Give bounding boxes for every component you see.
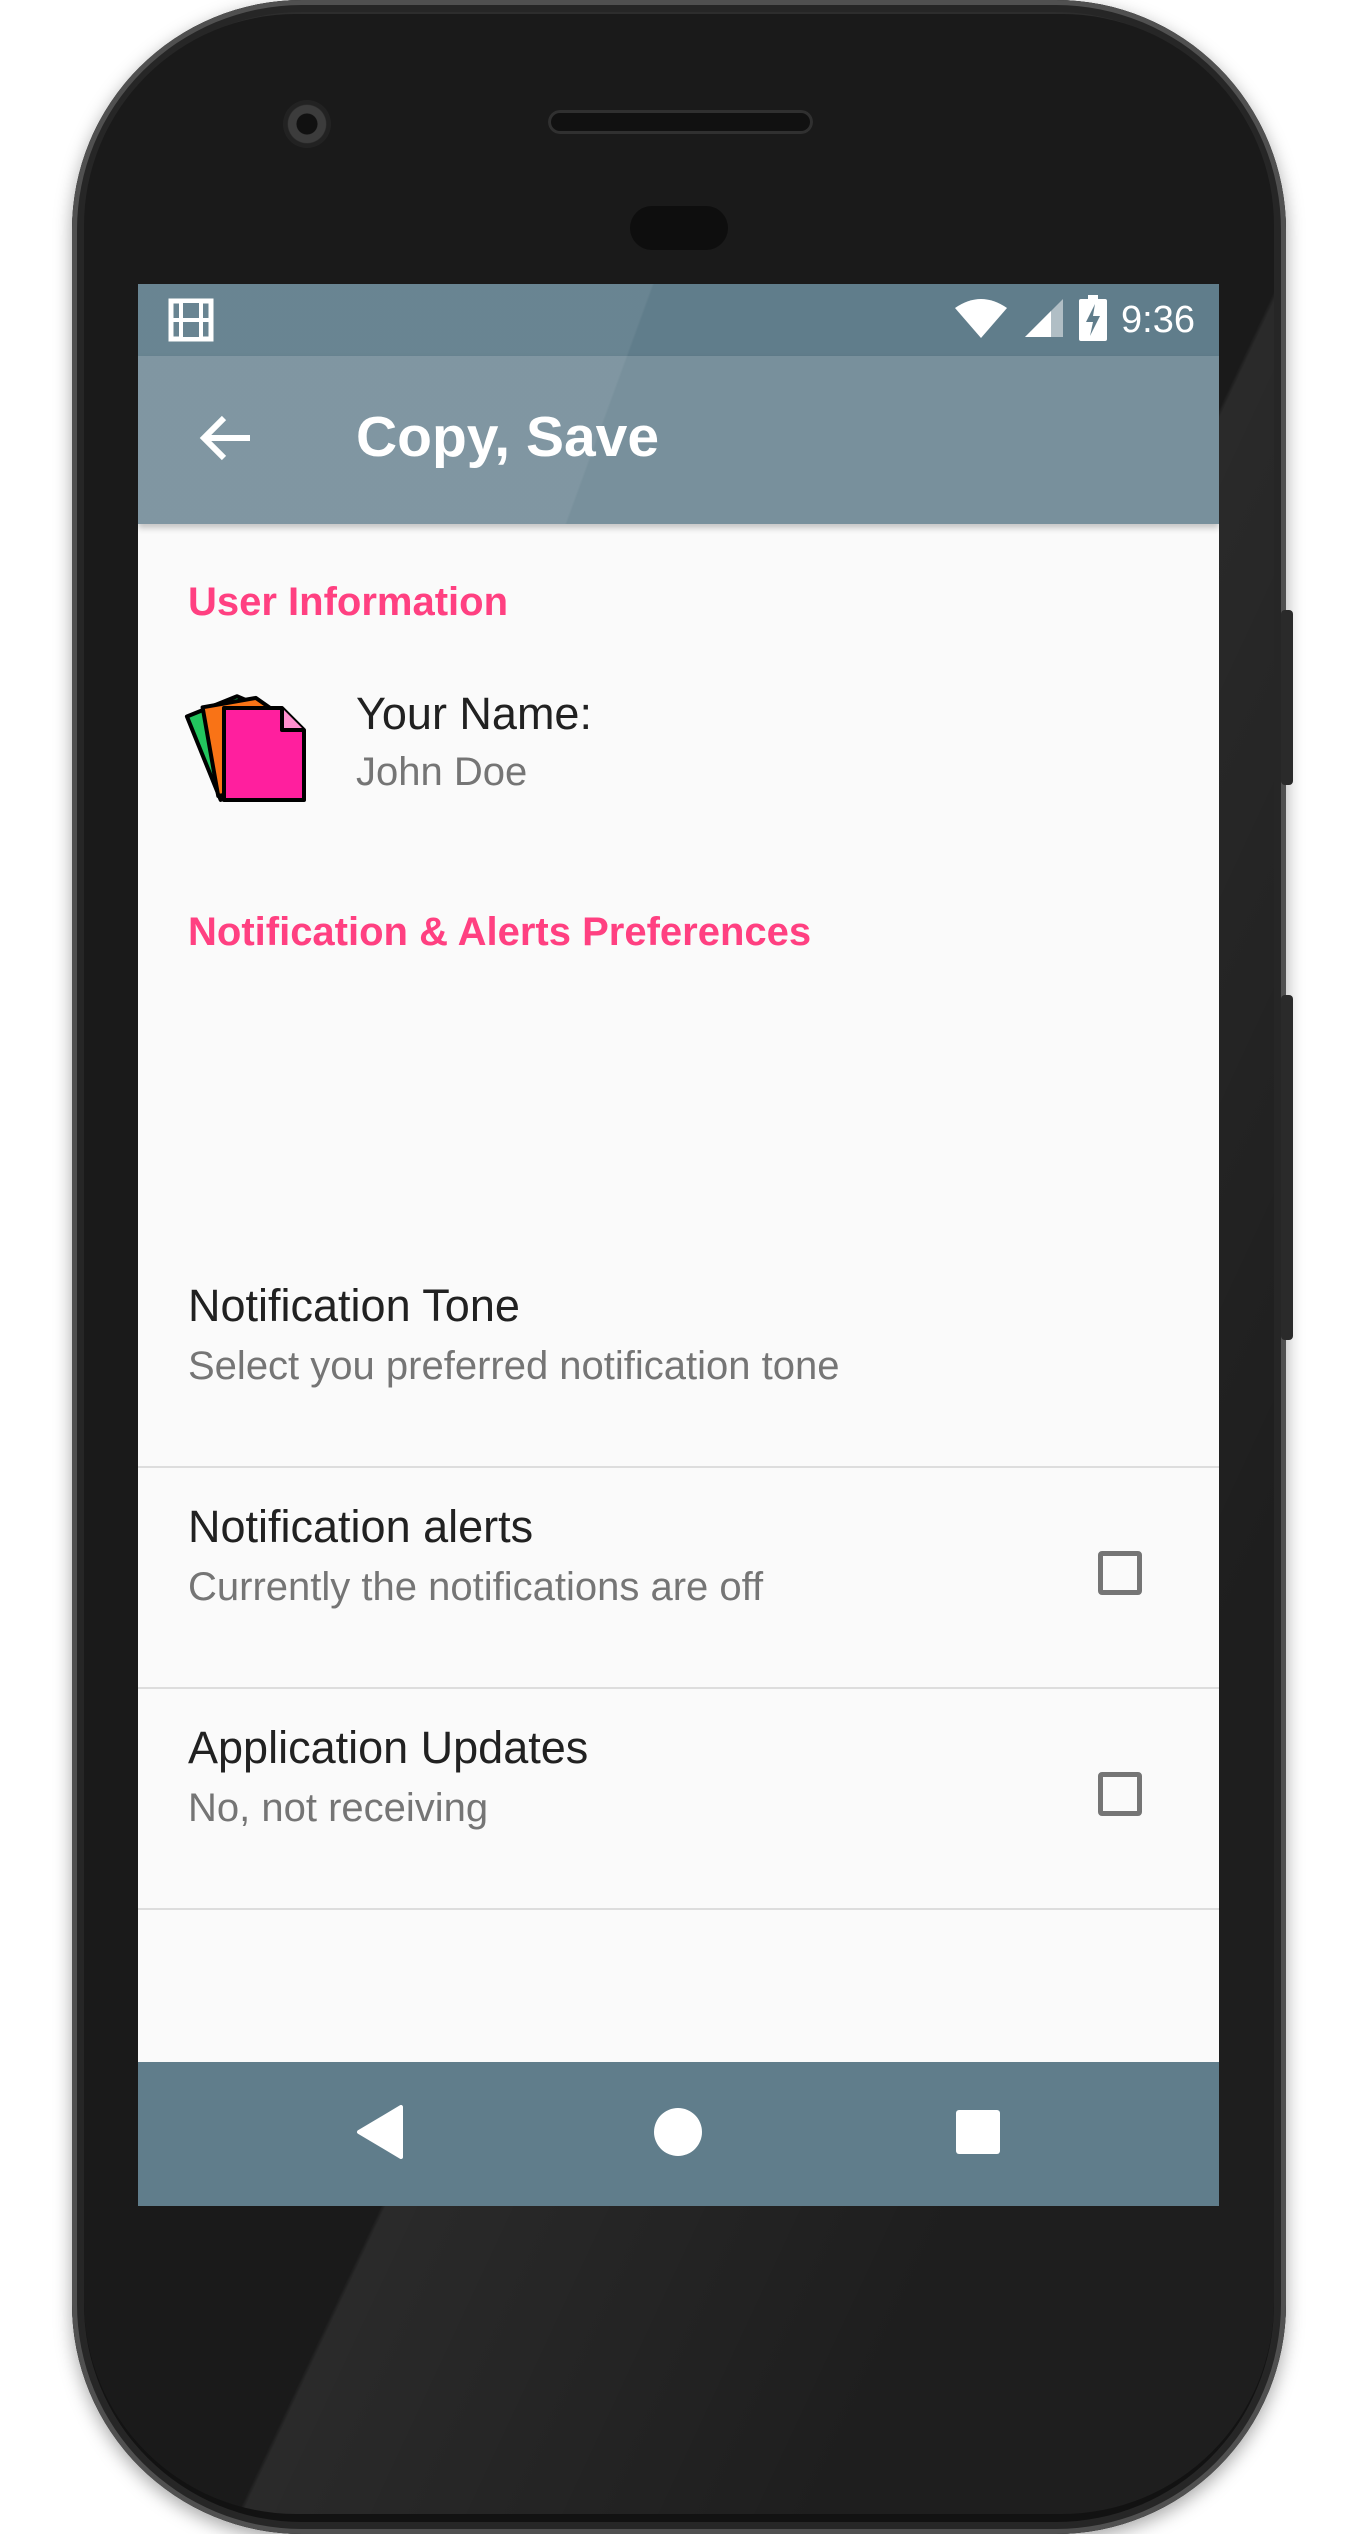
user-name-summary: John Doe	[356, 750, 528, 794]
preference-title: Notification Tone	[188, 1280, 520, 1331]
status-time: 9:36	[1121, 298, 1195, 341]
volume-button	[1281, 995, 1293, 1340]
notification-alerts-checkbox[interactable]	[1098, 1551, 1142, 1595]
status-bar: 9:36	[138, 284, 1219, 356]
power-button	[1281, 610, 1293, 785]
user-name-title: Your Name:	[356, 688, 592, 739]
preference-title: Notification alerts	[188, 1501, 534, 1552]
earpiece-speaker	[548, 110, 813, 134]
notification-alerts-preference[interactable]: Notification alerts Currently the notifi…	[138, 1469, 1219, 1689]
back-arrow-icon	[198, 414, 254, 467]
home-circle-icon	[652, 2106, 704, 2163]
signal-icon	[1023, 297, 1065, 344]
device-mockup: 9:36 Copy, Save User Information Your Na…	[0, 0, 1370, 2534]
proximity-sensor	[630, 206, 728, 250]
film-icon	[168, 298, 214, 342]
system-navigation-bar	[138, 2062, 1219, 2206]
application-updates-preference[interactable]: Application Updates No, not receiving	[138, 1690, 1219, 1910]
screen: 9:36 Copy, Save User Information Your Na…	[138, 284, 1219, 2206]
recents-square-icon	[955, 2109, 1001, 2160]
back-triangle-icon	[355, 2104, 405, 2164]
preference-summary: No, not receiving	[188, 1786, 489, 1830]
application-updates-checkbox[interactable]	[1098, 1772, 1142, 1816]
battery-charging-icon	[1079, 294, 1108, 346]
app-bar: Copy, Save	[138, 356, 1219, 524]
preference-title: Application Updates	[188, 1722, 589, 1773]
divider	[138, 1908, 1219, 1910]
preference-summary: Currently the notifications are off	[188, 1565, 764, 1609]
divider	[138, 1466, 1219, 1468]
nav-recents-button[interactable]	[938, 2094, 1018, 2174]
front-camera	[283, 100, 331, 148]
nav-home-button[interactable]	[638, 2094, 718, 2174]
section-header-user-information: User Information	[188, 580, 509, 624]
wifi-icon	[953, 296, 1009, 345]
section-header-notifications: Notification & Alerts Preferences	[188, 910, 812, 954]
nav-back-button[interactable]	[340, 2094, 420, 2174]
preference-summary: Select you preferred notification tone	[188, 1344, 840, 1388]
back-button[interactable]	[186, 400, 266, 480]
pages-stack-icon	[184, 676, 314, 806]
page-title: Copy, Save	[356, 405, 660, 469]
notification-tone-preference[interactable]: Notification Tone Select you preferred n…	[138, 1248, 1219, 1468]
divider	[138, 1687, 1219, 1689]
